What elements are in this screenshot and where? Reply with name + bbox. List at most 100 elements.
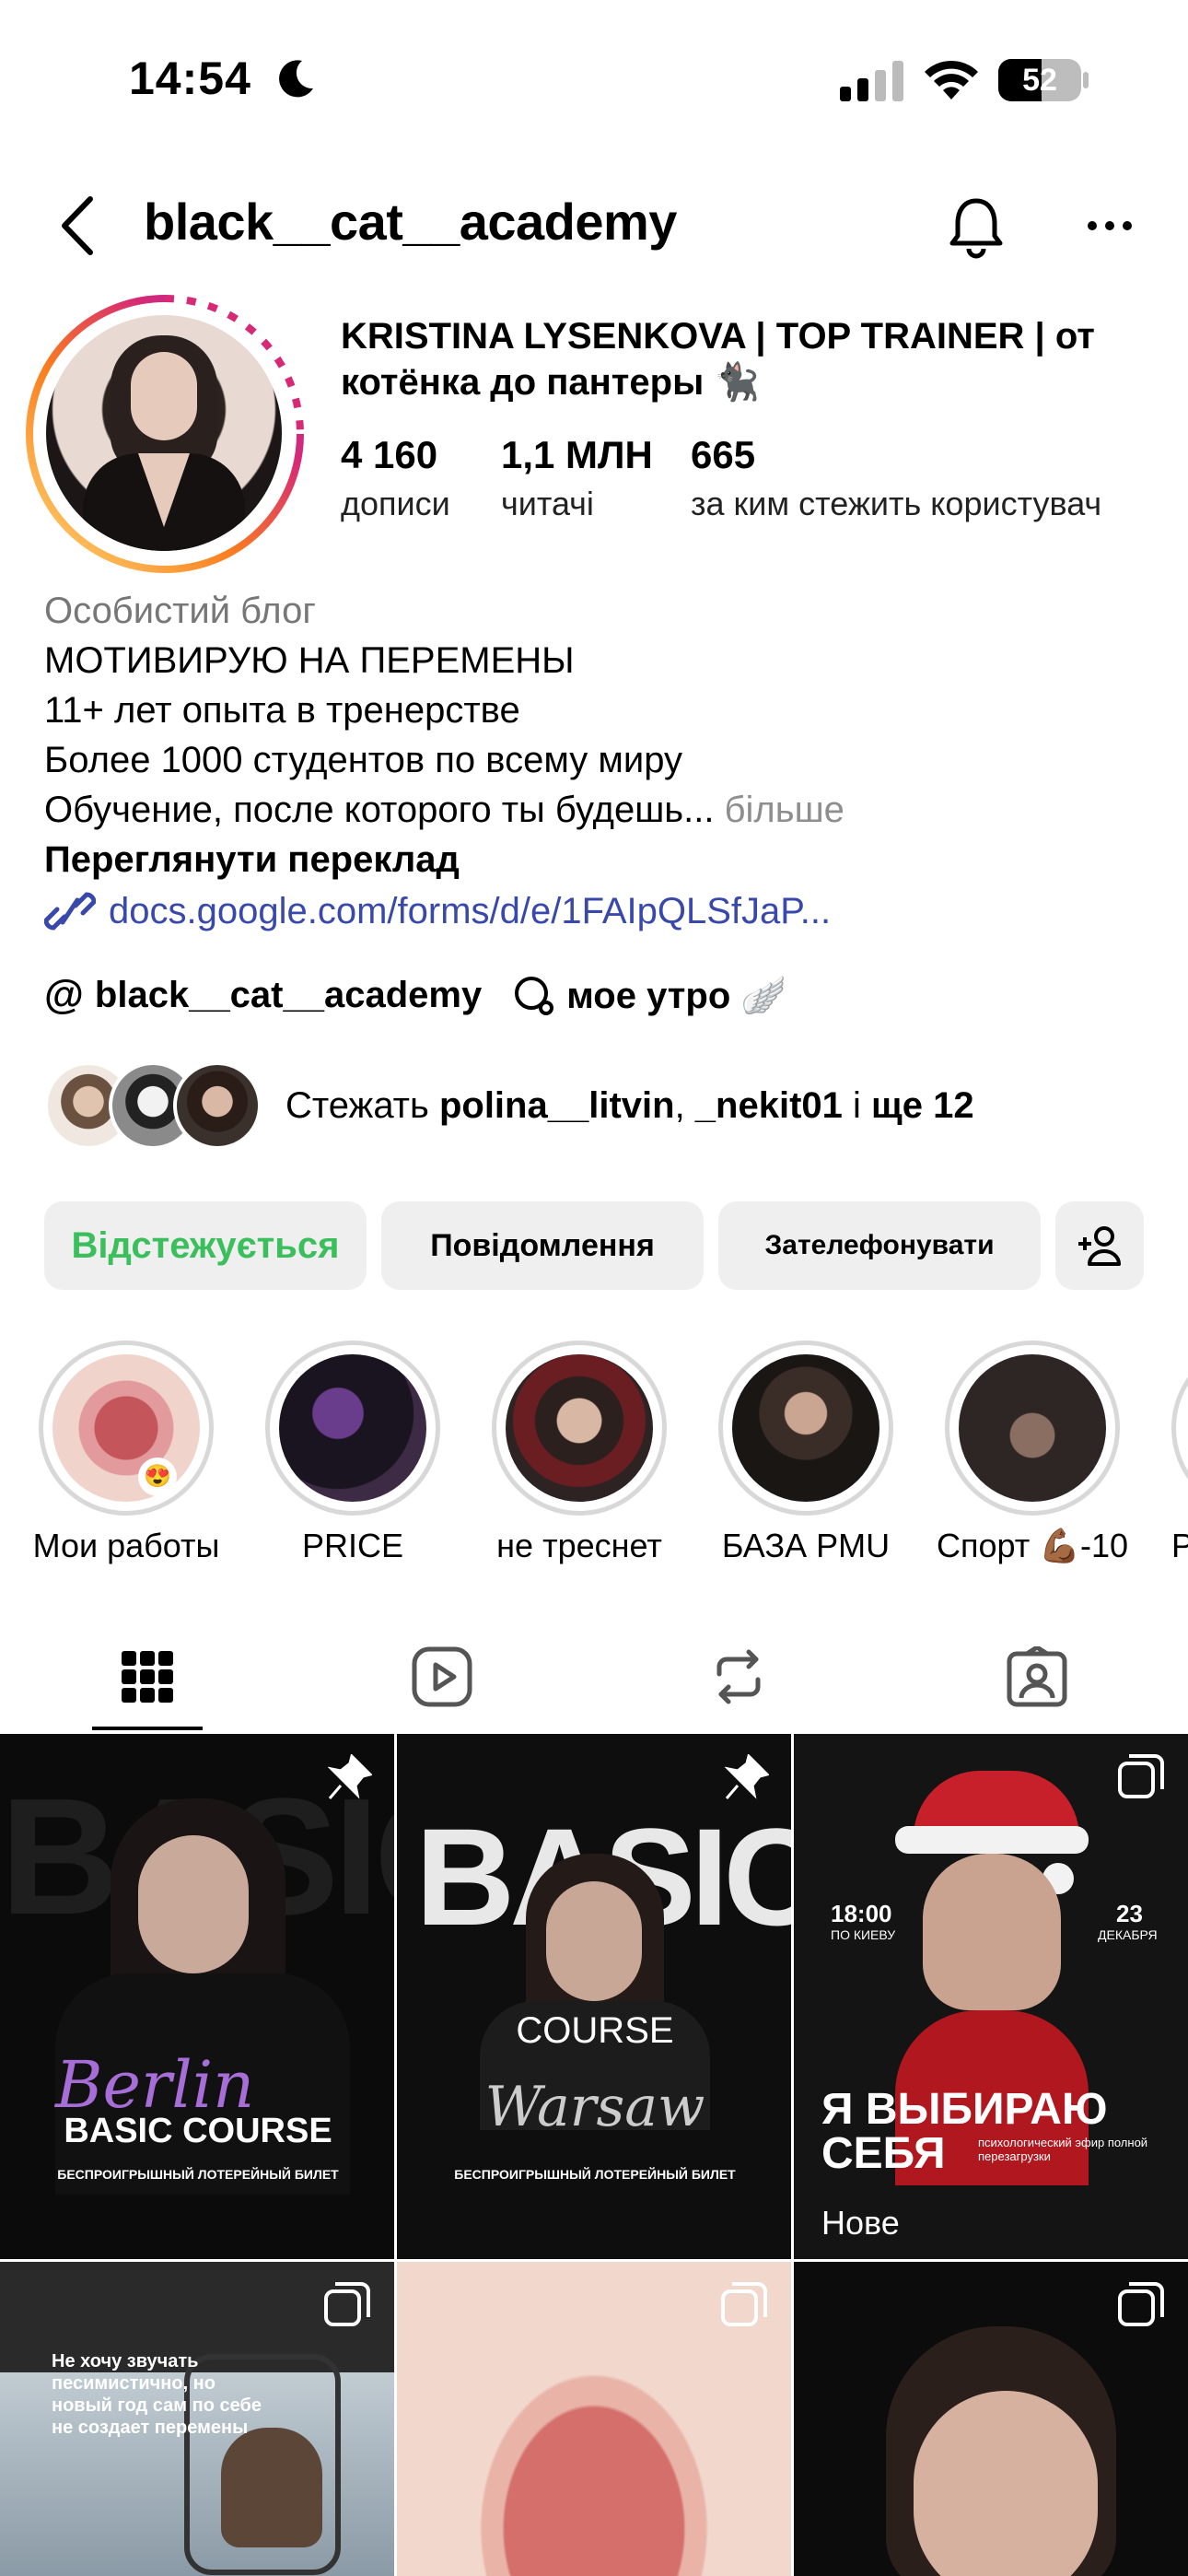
santa-hat-brim xyxy=(895,1826,1089,1854)
bio-link[interactable]: docs.google.com/forms/d/e/1FAIpQLSfJaP..… xyxy=(44,886,1149,936)
post-tile[interactable]: BASIC Berlin BASIC COURSE БЕСПРОИГРЫШНЫЙ… xyxy=(0,1734,394,2259)
bio-line: 11+ лет опыта в тренерстве xyxy=(44,690,520,731)
highlight-label: БАЗА PMU xyxy=(721,1527,891,1564)
threads-icon[interactable]: @ xyxy=(44,972,84,1018)
highlight-label: Спорт 💪🏾-10 xyxy=(936,1527,1129,1564)
note-bubble-icon xyxy=(515,977,554,1015)
post-tile[interactable]: Не хочу звучать песимистично, но новый г… xyxy=(0,2262,394,2576)
status-time: 14:54 xyxy=(129,53,251,104)
emoji-badge: 😍 xyxy=(138,1458,177,1496)
highlight-cover xyxy=(279,1354,426,1502)
header-username: black__cat__academy xyxy=(144,193,677,251)
carousel-icon xyxy=(1118,2282,1164,2326)
pinned-icon xyxy=(328,1754,372,1799)
stat-posts-count: 4 160 xyxy=(341,433,438,476)
bio-link-text[interactable]: docs.google.com/forms/d/e/1FAIpQLSfJaP..… xyxy=(109,886,831,936)
tab-tagged[interactable] xyxy=(945,1622,1129,1732)
cellular-signal-icon xyxy=(840,61,903,101)
battery-cap xyxy=(1083,72,1089,88)
profile-note[interactable]: мое утро 🪽 xyxy=(566,974,786,1017)
post-overlay-text: психологический эфир полной перезагрузки xyxy=(978,2136,1148,2163)
followed-by-row[interactable]: Стежать polina__litvin, _nekit01 і ще 12 xyxy=(44,1060,974,1152)
threads-handle[interactable]: black__cat__academy xyxy=(95,975,482,1016)
back-arrow-icon[interactable] xyxy=(57,195,98,256)
highlight-label: P xyxy=(1171,1527,1188,1564)
follower-avatar xyxy=(173,1061,262,1150)
stat-following-count: 665 xyxy=(691,433,756,476)
notification-bell-icon[interactable] xyxy=(947,195,1006,260)
highlight-item[interactable]: Мои работы xyxy=(33,1341,219,1565)
link-icon xyxy=(44,892,96,931)
profile-bio: Особистий блог МОТИВИРУЮ НА ПЕРЕМЕНЫ 11+… xyxy=(44,586,1149,936)
reels-icon xyxy=(412,1646,472,1707)
post-tile[interactable] xyxy=(397,2262,791,2576)
post-tile[interactable]: BASIC COURSE Warsaw БЕСПРОИГРЫШНЫЙ ЛОТЕР… xyxy=(397,1734,791,2259)
followed-by-text: Стежать polina__litvin, _nekit01 і ще 12 xyxy=(285,1085,974,1127)
bio-line: МОТИВИРУЮ НА ПЕРЕМЕНЫ xyxy=(44,640,575,681)
stat-posts-label: дописи xyxy=(341,485,450,522)
post-overlay-text: Не хочу звучать песимистично, но новый г… xyxy=(52,2351,262,2438)
followed-by-name: polina__litvin xyxy=(438,1084,675,1126)
post-face xyxy=(546,1881,642,2001)
status-bar: 14:54 52 xyxy=(0,0,1188,157)
suggested-users-button[interactable] xyxy=(1055,1201,1144,1290)
post-overlay-text: ДЕКАБРЯ xyxy=(1098,1927,1158,1942)
threads-row: @ black__cat__academy мое утро 🪽 xyxy=(44,967,786,1023)
followed-by-separator: , xyxy=(674,1084,695,1126)
stat-followers-label: читачі xyxy=(501,485,594,522)
display-name: KRISTINA LYSENKOVA | TOP TRAINER | от ко… xyxy=(341,316,1095,403)
pinned-icon xyxy=(725,1754,769,1799)
followed-by-count: ще 12 xyxy=(871,1084,974,1126)
post-overlay-text: COURSE xyxy=(516,2010,674,2051)
see-translation-link[interactable]: Переглянути переклад xyxy=(44,835,1149,884)
post-face xyxy=(923,1854,1061,2010)
profile-tabs xyxy=(0,1622,1188,1732)
message-button[interactable]: Повідомлення xyxy=(381,1201,704,1290)
stat-followers[interactable]: 1,1 МЛН читачі xyxy=(501,433,653,523)
battery-level: 52 xyxy=(1022,63,1057,98)
highlight-label: Мои работы xyxy=(32,1527,220,1564)
highlight-item[interactable]: PRICE xyxy=(265,1341,440,1565)
tab-reposts[interactable] xyxy=(646,1622,831,1732)
highlight-label: не треснет xyxy=(496,1527,662,1564)
bio-line: Обучение, после которого ты будешь... xyxy=(44,790,715,830)
bio-more-link[interactable]: більше xyxy=(725,790,844,830)
stat-posts[interactable]: 4 160 дописи xyxy=(341,433,450,523)
carousel-icon xyxy=(1118,1754,1164,1798)
post-tile[interactable]: 18:00 ПО КИЕВУ 23 ДЕКАБРЯ Я ВЫБИРАЮ СЕБЯ… xyxy=(794,1734,1188,2259)
post-overlay-text: БЕСПРОИГРЫШНЫЙ ЛОТЕРЕЙНЫЙ БИЛЕТ xyxy=(57,2167,339,2182)
profile-header: black__cat__academy xyxy=(0,175,1188,276)
carousel-icon xyxy=(721,2282,767,2326)
stat-followers-count: 1,1 МЛН xyxy=(501,433,653,476)
followed-by-conjunction: і xyxy=(842,1084,872,1126)
grid-icon xyxy=(122,1651,173,1703)
tagged-icon xyxy=(1007,1646,1067,1707)
bio-line: Более 1000 студентов по всему миру xyxy=(44,740,683,780)
post-face xyxy=(138,1835,249,1973)
post-overlay-text: 18:00 xyxy=(831,1900,892,1927)
call-button[interactable]: Зателефонувати xyxy=(718,1201,1041,1290)
tab-reels[interactable] xyxy=(350,1622,534,1732)
following-button[interactable]: Відстежується xyxy=(44,1201,367,1290)
stat-following[interactable]: 665 за ким стежить користувач xyxy=(691,433,1101,523)
post-overlay-text: Warsaw xyxy=(484,2075,705,2139)
active-tab-indicator xyxy=(92,1727,203,1730)
stat-following-label: за ким стежить користувач xyxy=(691,485,1102,522)
post-overlay-text: Я ВЫБИРАЮ xyxy=(821,2085,1108,2134)
highlight-item[interactable]: Спорт 💪🏾-10 xyxy=(937,1341,1128,1565)
new-post-label: Нове xyxy=(821,2204,900,2242)
more-options-icon[interactable] xyxy=(1087,219,1133,232)
post-overlay-text: СЕБЯ xyxy=(821,2129,946,2178)
post-overlay-text: 23 xyxy=(1116,1900,1143,1927)
highlight-cover xyxy=(52,1354,200,1502)
highlight-cover xyxy=(732,1354,879,1502)
profile-avatar[interactable] xyxy=(46,315,282,551)
highlight-item[interactable]: не треснет xyxy=(492,1341,667,1565)
tab-posts[interactable] xyxy=(55,1622,239,1732)
highlight-item[interactable]: БАЗА PMU xyxy=(718,1341,893,1565)
battery-icon: 52 xyxy=(998,59,1081,101)
post-overlay-text: ПО КИЕВУ xyxy=(831,1927,896,1942)
post-tile[interactable] xyxy=(794,2262,1188,2576)
highlight-item[interactable]: P xyxy=(1171,1341,1188,1565)
add-person-icon xyxy=(1078,1226,1121,1266)
